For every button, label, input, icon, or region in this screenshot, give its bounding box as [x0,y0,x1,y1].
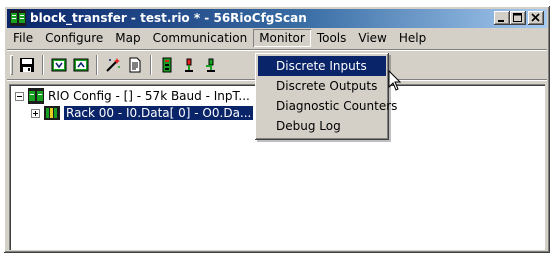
properties-document-icon [129,57,141,73]
io-module-icon [162,57,172,73]
title-bar[interactable]: block_transfer - test.rio * - 56RioCfgSc… [7,9,547,28]
menu-separator [7,49,547,51]
menu-item-discrete-inputs[interactable]: Discrete Inputs [258,56,386,76]
signal-green-button[interactable] [200,54,222,76]
collapse-icon[interactable] [15,91,24,101]
signal-green-icon [206,58,215,72]
maximize-icon [513,13,522,22]
tree-node-rack-label: Rack 00 - I0.Data[ 0] - O0.Da... [64,106,254,120]
menu-tools[interactable]: Tools [311,29,353,47]
menu-item-debug-log[interactable]: Debug Log [258,116,386,136]
menu-configure[interactable]: Configure [39,29,109,47]
menu-item-diagnostic-counters[interactable]: Diagnostic Counters [258,96,397,116]
mouse-cursor-icon [388,70,402,91]
toolbar-separator [96,55,98,75]
save-button[interactable] [16,54,38,76]
signal-red-icon [185,58,193,72]
minimize-icon [498,20,504,22]
toolbar-separator [150,55,152,75]
upload-icon [73,58,89,72]
menu-help[interactable]: Help [393,29,432,47]
window-title: block_transfer - test.rio * - 56RioCfgSc… [30,11,307,25]
expand-icon[interactable] [31,108,40,118]
properties-button[interactable] [124,54,146,76]
caption-buttons [494,11,544,25]
menu-item-discrete-outputs[interactable]: Discrete Outputs [258,76,386,96]
menu-bar: File Configure Map Communication Monitor… [7,28,547,48]
save-icon [20,58,34,72]
upload-button[interactable] [70,54,92,76]
autoconfig-button[interactable] [102,54,124,76]
tree-node-rack[interactable]: Rack 00 - I0.Data[ 0] - O0.Da... [31,105,254,121]
rio-config-icon [10,10,26,26]
menu-file[interactable]: File [7,29,39,47]
menu-communication[interactable]: Communication [147,29,254,47]
io-module-button[interactable] [156,54,178,76]
rack-icon [44,106,60,120]
minimize-button[interactable] [494,11,510,25]
download-button[interactable] [48,54,70,76]
toolbar-grip[interactable] [10,55,13,75]
autoconfig-wand-icon [106,58,120,72]
tree-node-root[interactable]: RIO Config - [] - 57k Baud - InpT... [15,88,250,104]
menu-monitor[interactable]: Monitor [253,29,311,47]
menu-view[interactable]: View [352,29,392,47]
monitor-dropdown-menu: Discrete Inputs Discrete Outputs Diagnos… [255,53,397,140]
toolbar-separator [42,55,44,75]
close-button[interactable] [528,11,544,25]
close-icon [531,13,540,22]
menu-map[interactable]: Map [109,29,146,47]
download-icon [51,58,67,72]
rio-config-icon [28,88,44,104]
signal-red-button[interactable] [178,54,200,76]
tree-node-root-label: RIO Config - [] - 57k Baud - InpT... [48,89,250,103]
maximize-button[interactable] [510,11,526,25]
